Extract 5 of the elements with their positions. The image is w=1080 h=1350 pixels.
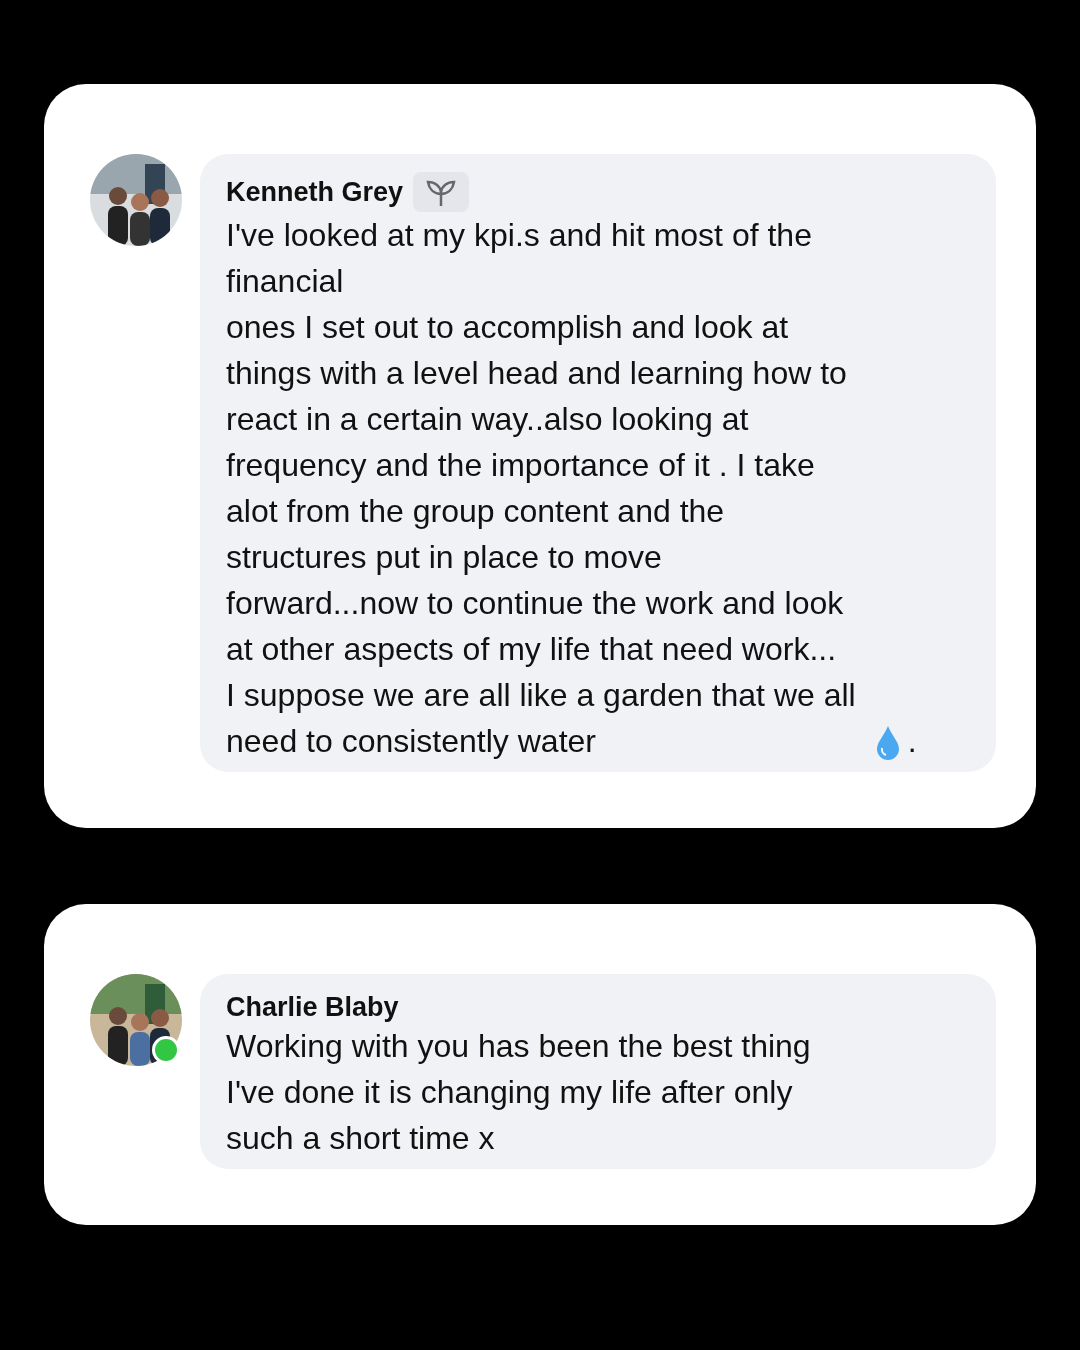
author-name[interactable]: Charlie Blaby (226, 992, 399, 1023)
comment-text: I've looked at my kpi.s and hit most of the financial ones I set out to accomplish and look at things with a level head and learning how to react in a certain way..also looking at frequency and the importance of it . I take alot from the group content and the structures put in place to move forward...now to continue the work and look at other aspects of my life that need work... I suppose we are all like a garden that we all need to consistently water (226, 216, 856, 761)
comment-text: Working with you has been the best thing I've done it is changing my life after only such a short time x (226, 1027, 811, 1158)
author-name[interactable]: Kenneth Grey (226, 176, 404, 208)
period-text: . (907, 722, 917, 761)
